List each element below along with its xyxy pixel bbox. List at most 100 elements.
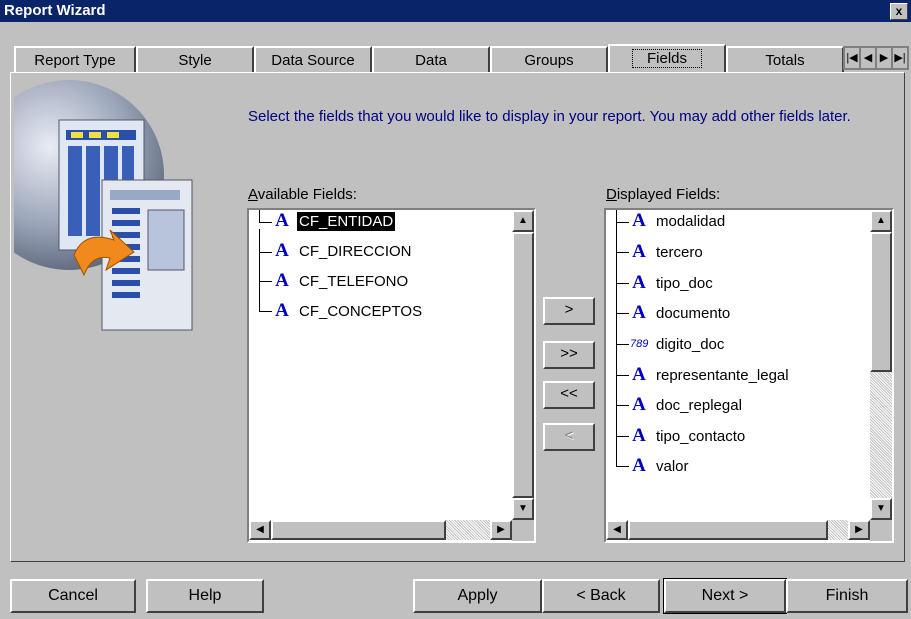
- close-icon: x: [895, 4, 903, 18]
- next-button[interactable]: Next >: [663, 578, 787, 614]
- character-field-icon: A: [632, 455, 646, 476]
- field-name: digito_doc: [656, 336, 725, 353]
- label-text: vailable Fields:: [257, 186, 357, 203]
- wizard-illustration-icon: [14, 80, 194, 370]
- help-button[interactable]: Help: [146, 579, 264, 613]
- tab-data[interactable]: Data: [372, 46, 490, 72]
- field-name: tercero: [656, 244, 703, 261]
- label-mnemonic: D: [606, 186, 617, 203]
- tab-label: Style: [178, 52, 212, 69]
- character-field-icon: A: [632, 210, 646, 231]
- displayed-fields-list[interactable]: A modalidad A tercero A tipo_doc A docum…: [604, 208, 894, 543]
- character-field-icon: A: [275, 300, 289, 321]
- displayed-fields-label: Displayed Fields:: [606, 186, 720, 203]
- scroll-corner: [870, 520, 892, 541]
- displayed-horizontal-scrollbar[interactable]: ◀ ▶: [606, 520, 870, 540]
- tree-connector: [259, 281, 272, 312]
- scroll-right-icon[interactable]: ▶: [490, 520, 512, 540]
- scroll-thumb[interactable]: [512, 232, 534, 498]
- tab-data-source[interactable]: Data Source: [254, 46, 372, 72]
- available-vertical-scrollbar[interactable]: ▲ ▼: [512, 210, 534, 520]
- label-mnemonic: A: [248, 186, 258, 203]
- tree-connector: [616, 375, 629, 406]
- tab-style[interactable]: Style: [136, 46, 254, 72]
- field-name: documento: [656, 305, 731, 322]
- tab-label: Totals: [765, 52, 805, 69]
- character-field-icon: A: [632, 241, 646, 262]
- title-bar: Report Wizard x: [0, 0, 911, 22]
- tree-connector: [616, 222, 629, 253]
- scroll-corner: [512, 520, 534, 541]
- field-name: CF_DIRECCION: [299, 243, 412, 260]
- tree-connector: [616, 314, 629, 345]
- close-button[interactable]: x: [890, 3, 908, 20]
- character-field-icon: A: [632, 364, 646, 385]
- tab-report-type[interactable]: Report Type: [14, 46, 136, 72]
- tree-connector: [616, 406, 629, 437]
- first-arrow-icon[interactable]: |◀: [845, 48, 859, 68]
- scroll-up-icon[interactable]: ▲: [870, 210, 892, 232]
- last-arrow-icon[interactable]: ▶|: [893, 48, 907, 68]
- tab-strip: Report Type Style Data Source Data Group…: [0, 44, 911, 74]
- field-name: modalidad: [656, 213, 726, 230]
- scroll-down-icon[interactable]: ▼: [512, 498, 534, 520]
- prev-arrow-icon[interactable]: ◀: [861, 48, 875, 68]
- field-name: CF_TELEFONO: [299, 273, 409, 290]
- field-name: tipo_doc: [656, 275, 713, 292]
- scroll-down-icon[interactable]: ▼: [870, 498, 892, 520]
- character-field-icon: A: [632, 425, 646, 446]
- window-title: Report Wizard: [4, 2, 106, 19]
- character-field-icon: A: [275, 210, 289, 231]
- field-name: valor: [656, 458, 689, 475]
- tab-label: Data: [415, 52, 447, 69]
- tree-connector: [616, 283, 629, 314]
- remove-all-button[interactable]: <<: [543, 381, 595, 409]
- field-name: CF_ENTIDAD: [297, 212, 396, 231]
- scroll-up-icon[interactable]: ▲: [512, 210, 534, 232]
- available-fields-list[interactable]: A CF_ENTIDAD A CF_DIRECCION A CF_TELEFON…: [247, 208, 536, 543]
- character-field-icon: A: [275, 270, 289, 291]
- displayed-vertical-scrollbar[interactable]: ▲ ▼: [870, 210, 892, 520]
- tab-label: Groups: [524, 52, 574, 69]
- available-horizontal-scrollbar[interactable]: ◀ ▶: [249, 520, 512, 540]
- cancel-button[interactable]: Cancel: [10, 579, 136, 613]
- tree-connector: [259, 251, 272, 282]
- tree-connector: [259, 229, 272, 253]
- tree-connector: [616, 436, 629, 467]
- field-name: doc_replegal: [656, 397, 742, 414]
- scroll-right-icon[interactable]: ▶: [848, 520, 870, 540]
- apply-button[interactable]: Apply: [413, 579, 542, 613]
- tree-connector: [616, 345, 629, 376]
- tab-totals[interactable]: Totals: [726, 46, 844, 72]
- field-name: CF_CONCEPTOS: [299, 303, 423, 320]
- tree-connector: [259, 210, 272, 223]
- available-fields-label: Available Fields:: [248, 186, 357, 203]
- add-one-button[interactable]: >: [543, 297, 595, 325]
- character-field-icon: A: [632, 394, 646, 415]
- instructions-text: Select the fields that you would like to…: [248, 108, 851, 125]
- back-button[interactable]: < Back: [542, 579, 660, 613]
- tree-connector: [616, 253, 629, 284]
- scroll-thumb[interactable]: [628, 520, 828, 540]
- tab-fields[interactable]: Fields: [608, 44, 726, 74]
- scroll-thumb[interactable]: [870, 232, 892, 372]
- field-name: tipo_contacto: [656, 428, 746, 445]
- tab-label: Fields: [631, 49, 703, 68]
- add-all-button[interactable]: >>: [543, 341, 595, 369]
- tab-label: Report Type: [34, 52, 116, 69]
- scroll-left-icon[interactable]: ◀: [606, 520, 628, 540]
- finish-button[interactable]: Finish: [786, 579, 908, 613]
- character-field-icon: A: [632, 302, 646, 323]
- report-wizard-window: Report Wizard x Report Type Style Data S…: [0, 0, 911, 619]
- scroll-left-icon[interactable]: ◀: [249, 520, 271, 540]
- label-text: isplayed Fields:: [616, 186, 721, 203]
- character-field-icon: A: [275, 240, 289, 261]
- character-field-icon: A: [632, 272, 646, 293]
- tab-groups[interactable]: Groups: [490, 46, 608, 72]
- remove-one-button[interactable]: <: [543, 423, 595, 451]
- tab-scroll-buttons: |◀ ◀ ▶ ▶|: [843, 46, 909, 70]
- field-name: representante_legal: [656, 367, 789, 384]
- next-arrow-icon[interactable]: ▶: [877, 48, 891, 68]
- scroll-thumb[interactable]: [271, 520, 446, 540]
- tab-label: Data Source: [271, 52, 355, 69]
